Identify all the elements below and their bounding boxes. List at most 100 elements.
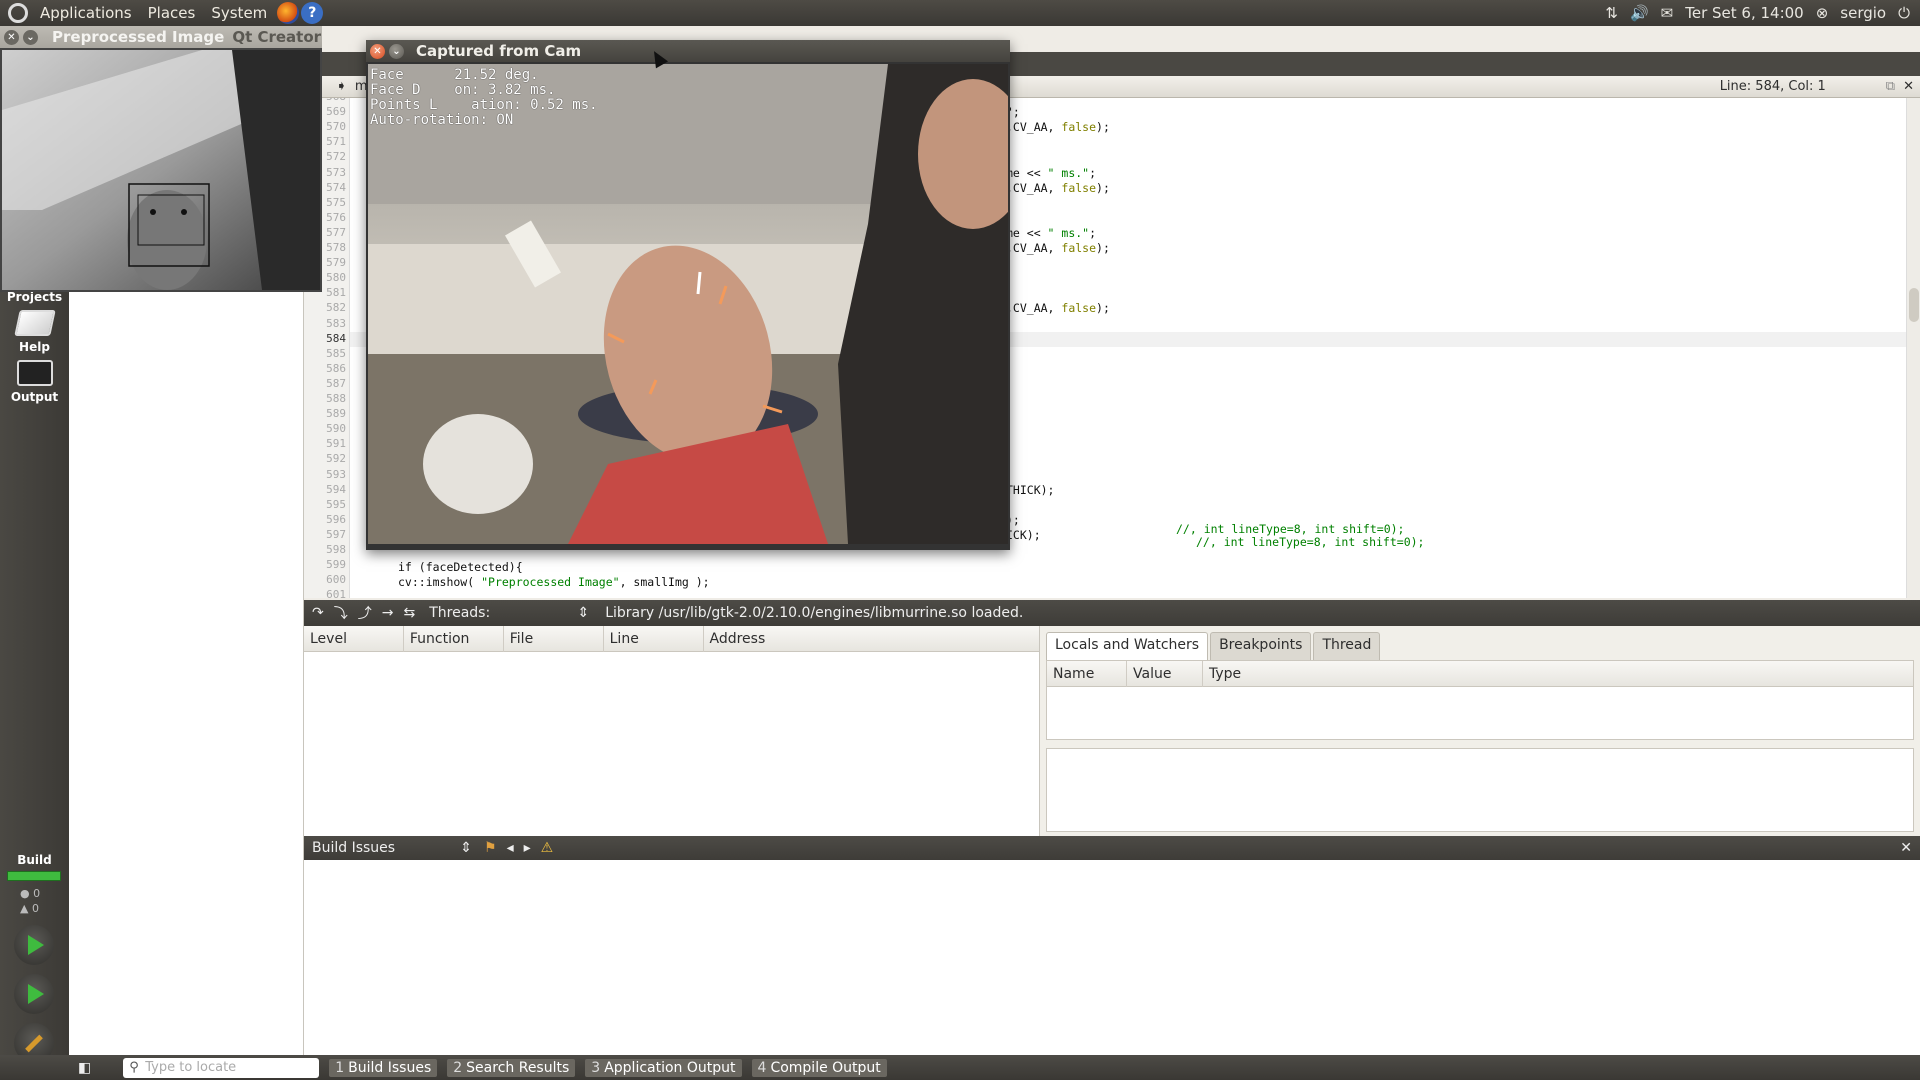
user-name[interactable]: sergio	[1840, 4, 1886, 22]
editor-scrollbar[interactable]	[1906, 98, 1920, 598]
locals-header: Name Value Type	[1047, 660, 1913, 687]
qt-creator-title: Qt Creator	[232, 28, 322, 46]
firefox-icon[interactable]	[277, 2, 300, 24]
step-out-icon[interactable]: ⤴	[358, 603, 372, 623]
output-tab-application-output[interactable]: 3 Application Output	[585, 1058, 742, 1077]
toggle-sidebar-icon[interactable]: ◧	[78, 1060, 91, 1076]
mode-projects[interactable]: Projects	[0, 290, 69, 304]
preprocessed-title: Preprocessed Image	[52, 28, 225, 46]
tab-breakpoints[interactable]: Breakpoints	[1210, 632, 1312, 660]
tab-label: Application Output	[604, 1059, 736, 1076]
applications-menu[interactable]: Applications	[32, 4, 140, 22]
mode-output[interactable]: Output	[0, 360, 69, 404]
scrollbar-thumb[interactable]	[1909, 288, 1919, 322]
line-number: 593	[326, 467, 346, 481]
output-tab-build-issues[interactable]: 1 Build Issues	[329, 1058, 438, 1077]
help-icon[interactable]: ?	[301, 2, 324, 24]
stack-view[interactable]: Level Function File Line Address	[304, 625, 1040, 836]
line-number: 591	[326, 437, 346, 451]
line-number: 587	[326, 376, 346, 390]
cam-titlebar[interactable]: ✕ ⌄ Captured from Cam	[366, 40, 1010, 62]
line-number: 601	[326, 588, 346, 598]
build-issues-list[interactable]	[304, 860, 1920, 1056]
locals-col-name[interactable]: Name	[1047, 660, 1127, 687]
line-number: 595	[326, 497, 346, 511]
panel-tray: ⇅ 🔊 ✉ Ter Set 6, 14:00 ⊗ sergio ⏻	[1605, 4, 1920, 22]
split-icon[interactable]: ⧉	[1886, 79, 1895, 94]
power-icon[interactable]: ⏻	[1898, 4, 1910, 22]
mode-output-label: Output	[10, 390, 59, 404]
captured-from-cam-window[interactable]: ✕ ⌄ Captured from Cam Face 21.52 deg. Fac…	[366, 40, 1010, 550]
overlay-line-1: Face 21.52 deg.	[370, 67, 539, 83]
nav-arrow-icon[interactable]: ➧	[336, 79, 347, 94]
cam-title: Captured from Cam	[416, 42, 582, 60]
combo-arrow-icon: ⇕	[460, 840, 472, 856]
locals-col-value[interactable]: Value	[1127, 660, 1203, 687]
code-fragment: ,CV_AA, false);	[1006, 120, 1110, 135]
warning-count: ▲ 0	[20, 902, 39, 915]
preprocessed-image-window[interactable]: ✕ ⌄ Preprocessed Image Qt Creator	[0, 26, 322, 292]
tab-label: Build Issues	[348, 1059, 432, 1076]
locals-table[interactable]: Name Value Type	[1046, 660, 1914, 740]
debug-button[interactable]	[14, 974, 54, 1014]
line-number: 588	[326, 392, 346, 405]
sidebar-pane	[69, 290, 304, 1055]
close-build-issues-icon[interactable]: ✕	[1900, 840, 1912, 856]
step-into-icon[interactable]: ⤵	[334, 603, 348, 623]
output-tab-compile-output[interactable]: 4 Compile Output	[751, 1058, 887, 1077]
combo-arrow-icon: ⇕	[577, 605, 590, 621]
close-window-icon[interactable]: ✕	[370, 43, 385, 59]
overlay-line-3: Points L ation: 0.52 ms.	[370, 97, 598, 113]
debug-run-icon	[28, 984, 44, 1004]
system-menu[interactable]: System	[203, 4, 275, 22]
tab-number: 2	[453, 1059, 463, 1076]
threads-combo[interactable]: Threads: ⇕	[429, 605, 589, 621]
stack-col-level[interactable]: Level	[304, 625, 404, 652]
step-icon[interactable]: ↷	[312, 605, 324, 621]
datetime[interactable]: Ter Set 6, 14:00	[1685, 4, 1803, 22]
hammer-icon	[25, 1034, 43, 1052]
ubuntu-logo-icon[interactable]	[8, 3, 28, 23]
stack-col-address[interactable]: Address	[704, 626, 1040, 652]
stack-col-line[interactable]: Line	[604, 625, 704, 652]
stack-col-file[interactable]: File	[504, 625, 604, 652]
warning-filter-icon[interactable]: ⚠	[541, 840, 554, 856]
places-menu[interactable]: Places	[140, 4, 204, 22]
line-number: 597	[326, 527, 346, 541]
filter-icon[interactable]: ⚑	[484, 840, 497, 856]
code-fragment: ,CV_AA, false);	[1006, 301, 1110, 316]
mode-help[interactable]: Help	[0, 310, 69, 354]
close-window-icon[interactable]: ✕	[4, 29, 19, 45]
run-button[interactable]	[14, 925, 54, 965]
stack-col-function[interactable]: Function	[404, 625, 504, 652]
preprocessed-titlebar[interactable]: ✕ ⌄ Preprocessed Image Qt Creator	[0, 26, 322, 48]
code-line-600: cv::imshow( "Preprocessed Image", smallI…	[398, 575, 710, 589]
build-issues-combo[interactable]: Build Issues ⇕	[312, 840, 472, 856]
tab-thread[interactable]: Thread	[1313, 632, 1381, 660]
error-count-value: 0	[33, 887, 41, 900]
tab-locals-watchers[interactable]: Locals and Watchers	[1046, 632, 1209, 660]
minimize-window-icon[interactable]: ⌄	[23, 29, 38, 45]
locator-input[interactable]: Type to locate	[123, 1057, 320, 1078]
camera-image: Face 21.52 deg. Face D on: 3.82 ms. Points…	[368, 64, 1008, 544]
next-issue-icon[interactable]: ▸	[524, 840, 531, 856]
mode-projects-label: Projects	[6, 290, 63, 304]
cursor-position: Line: 584, Col: 1	[1719, 79, 1826, 94]
reverse-icon[interactable]: ⇆	[403, 605, 415, 621]
output-tab-search-results[interactable]: 2 Search Results	[447, 1058, 576, 1077]
code-fragment: me << " ms.";	[1006, 165, 1097, 180]
line-number: 583	[326, 316, 346, 330]
minimize-window-icon[interactable]: ⌄	[389, 43, 404, 59]
watchers-pane[interactable]	[1046, 748, 1914, 832]
mail-icon[interactable]: ✉	[1661, 4, 1674, 22]
continue-icon[interactable]: →	[382, 605, 394, 621]
help-book-icon	[13, 310, 56, 336]
close-editor-icon[interactable]: ✕	[1903, 79, 1914, 94]
build-config-label[interactable]: Build	[0, 853, 69, 867]
network-icon[interactable]: ⇅	[1605, 4, 1618, 22]
locals-col-type[interactable]: Type	[1203, 661, 1913, 687]
prev-issue-icon[interactable]: ◂	[507, 840, 514, 856]
threads-label: Threads:	[429, 605, 491, 621]
top-panel: Applications Places System ? ⇅ 🔊 ✉ Ter S…	[0, 0, 1920, 26]
volume-icon[interactable]: 🔊	[1630, 4, 1649, 22]
